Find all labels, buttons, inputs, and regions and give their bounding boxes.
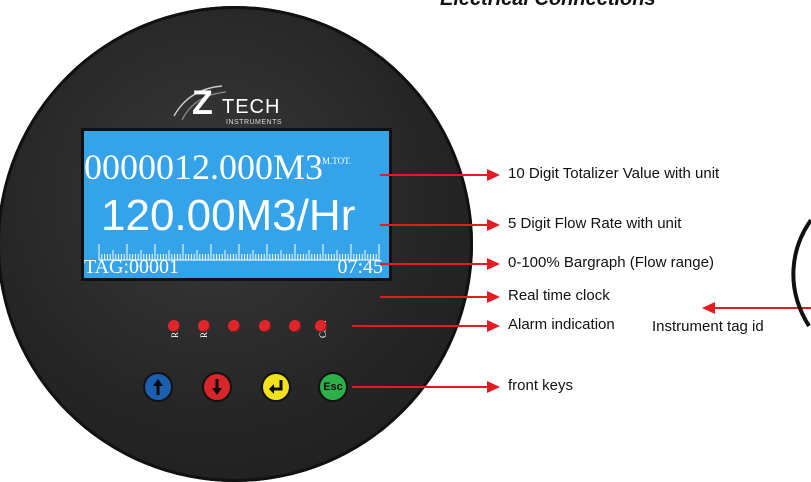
callout-tag: Instrument tag id xyxy=(652,318,764,335)
callout-arrows xyxy=(352,169,811,393)
callout-keys: front keys xyxy=(508,377,574,394)
arrow-keys xyxy=(352,381,500,393)
arrow-flow-rate xyxy=(380,219,500,231)
callout-clock: Real time clock xyxy=(508,287,610,304)
adjacent-device-edge xyxy=(791,218,811,328)
callout-flow-rate: 5 Digit Flow Rate with unit xyxy=(508,215,682,232)
diagram: Electrical Connections Z TECH INSTRUMENT… xyxy=(0,0,811,482)
callout-alarm: Alarm indication xyxy=(508,316,615,333)
arrow-totalizer xyxy=(380,169,500,181)
callout-bargraph: 0-100% Bargraph (Flow range) xyxy=(508,254,714,271)
callout-totalizer: 10 Digit Totalizer Value with unit xyxy=(508,165,720,182)
arrow-bargraph xyxy=(380,258,500,270)
arrow-alarm xyxy=(352,320,500,332)
arrow-clock xyxy=(380,291,500,303)
